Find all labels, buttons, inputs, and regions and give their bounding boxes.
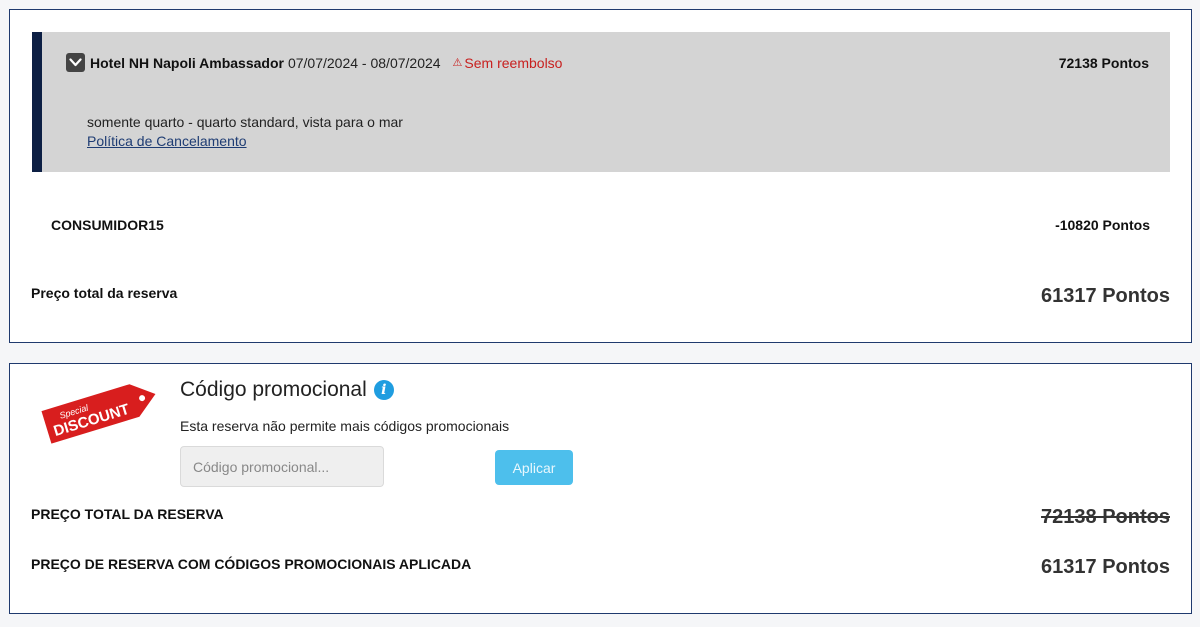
discounted-total-value: 61317 Pontos xyxy=(1041,556,1170,578)
total-price-value: 61317 Pontos xyxy=(1041,285,1170,307)
hotel-price: 72138 Pontos xyxy=(1058,55,1149,71)
promo-code-title: Código promocional i xyxy=(180,378,394,402)
promo-code-input[interactable] xyxy=(180,446,384,487)
info-icon[interactable]: i xyxy=(373,380,394,400)
total-price-label: Preço total da reserva xyxy=(31,285,178,301)
booking-dates: 07/07/2024 - 08/07/2024 xyxy=(287,54,441,71)
special-discount-badge-icon: Special DISCOUNT xyxy=(41,384,156,444)
collapse-toggle-button[interactable] xyxy=(66,53,85,72)
original-total-value: 72138 Pontos xyxy=(1041,506,1170,528)
promo-restriction-note: Esta reserva não permite mais códigos pr… xyxy=(180,418,510,434)
promo-title-text: Código promocional xyxy=(180,378,367,401)
cancellation-policy-link[interactable]: Política de Cancelamento xyxy=(87,133,247,149)
hotel-header: Hotel NH Napoli Ambassador 07/07/2024 - … xyxy=(66,53,562,72)
promo-code-panel: Special DISCOUNT Código promocional i Es… xyxy=(9,363,1192,614)
coupon-discount-value: -10820 Pontos xyxy=(1055,217,1150,233)
booking-summary-panel: Hotel NH Napoli Ambassador 07/07/2024 - … xyxy=(9,9,1192,343)
chevron-down-icon xyxy=(69,58,82,67)
discounted-total-label: PREÇO DE RESERVA COM CÓDIGOS PROMOCIONAI… xyxy=(31,556,472,572)
non-refundable-warning: ⚠ Sem reembolso xyxy=(453,55,563,71)
coupon-code: CONSUMIDOR15 xyxy=(51,217,164,233)
room-description: somente quarto - quarto standard, vista … xyxy=(87,114,403,130)
warning-triangle-icon: ⚠ xyxy=(452,57,463,69)
hotel-name: Hotel NH Napoli Ambassador xyxy=(90,54,284,71)
original-total-label: PREÇO TOTAL DA RESERVA xyxy=(31,506,224,522)
apply-promo-button[interactable]: Aplicar xyxy=(495,450,573,485)
hotel-booking-item: Hotel NH Napoli Ambassador 07/07/2024 - … xyxy=(32,32,1170,172)
warning-label: Sem reembolso xyxy=(464,54,563,71)
